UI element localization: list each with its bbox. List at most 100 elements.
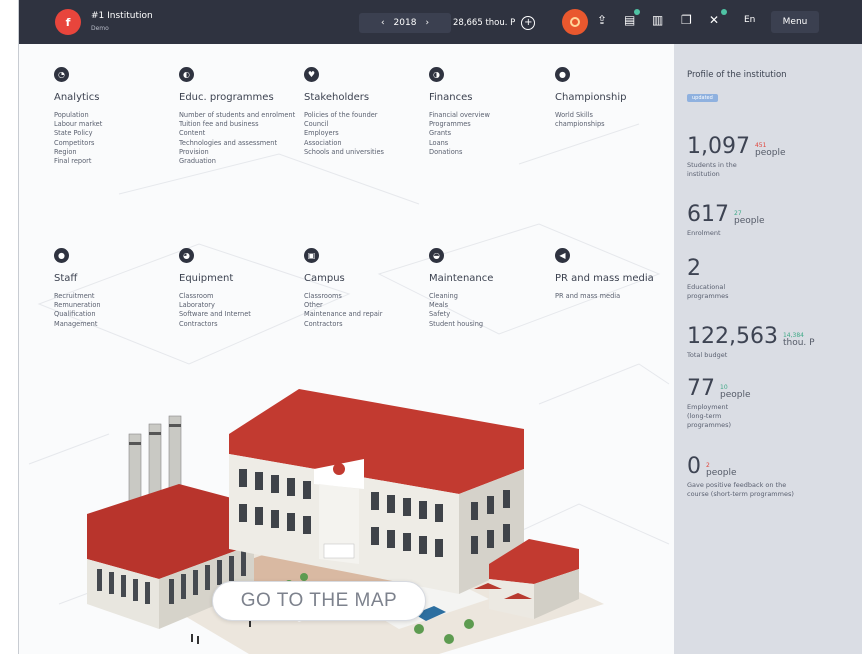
category-link[interactable]: Region [54,148,172,157]
institution-name[interactable]: #1 Institution [91,11,153,21]
category-link[interactable]: Student housing [429,320,547,329]
category-link[interactable]: Number of students and enrolment [179,111,297,120]
prev-year-button[interactable]: ‹ [381,18,385,28]
stat-budget: 122,563 14,384 thou. P Total budget [687,326,857,360]
document-notification-dot [634,9,640,15]
category-title[interactable]: Staff [54,273,179,284]
profile-panel: Profile of the institution updated 1,097… [674,44,862,654]
education-icon: ◐ [179,67,194,82]
category-links: Policies of the founder Council Employer… [304,111,429,157]
year-selector[interactable]: ‹ 2018 › [359,13,451,33]
category-link[interactable]: Schools and universities [304,148,422,157]
category-link[interactable]: Cleaning [429,292,547,301]
category-title[interactable]: Educ. programmes [179,92,304,103]
category-link[interactable]: Content [179,129,297,138]
budget-value: 28,665 thou. P [453,18,516,28]
category-link[interactable]: State Policy [54,129,172,138]
analytics-icon: ◔ [54,67,69,82]
go-to-map-button[interactable]: GO TO THE MAP [212,581,426,621]
category-link[interactable]: Final report [54,157,172,166]
category-link[interactable]: Recruitment [54,292,172,301]
category-link[interactable]: Laboratory [179,301,297,310]
category-title[interactable]: PR and mass media [555,273,680,284]
category-title[interactable]: Equipment [179,273,304,284]
document-icon[interactable]: ▤ [624,13,635,27]
category-link[interactable]: Other [304,301,422,310]
category-link[interactable]: Technologies and assessment [179,139,297,148]
category-link[interactable]: Tuition fee and business [179,120,297,129]
category-title[interactable]: Stakeholders [304,92,429,103]
category-finances[interactable]: ◑ Finances Financial overview Programmes… [429,67,554,157]
next-year-button[interactable]: › [425,18,429,28]
category-link[interactable]: World Skills championships [555,111,635,129]
category-link[interactable]: Policies of the founder [304,111,422,120]
category-championship[interactable]: ● Championship World Skills championship… [555,67,680,129]
category-link[interactable]: Contractors [304,320,422,329]
stat-description: Educational programmes [687,283,729,300]
category-link[interactable]: Management [54,320,172,329]
category-link[interactable]: Loans [429,139,547,148]
copy-icon[interactable]: ❐ [681,13,692,27]
category-link[interactable]: Employers [304,129,422,138]
category-link[interactable]: Programmes [429,120,547,129]
category-link[interactable]: Grants [429,129,547,138]
category-link[interactable]: Financial overview [429,111,547,120]
stat-employment: 77 10 people Employment (long-term progra… [687,378,857,430]
institution-logo[interactable]: f [55,9,81,35]
category-educ-programmes[interactable]: ◐ Educ. programmes Number of students an… [179,67,304,166]
bar-chart-icon[interactable]: ▥ [652,13,663,27]
share-icon[interactable]: ⇪ [597,13,607,27]
category-analytics[interactable]: ◔ Analytics Population Labour market Sta… [54,67,179,166]
category-link[interactable]: Donations [429,148,547,157]
budget-display: 28,665 thou. P + [453,12,536,34]
category-link[interactable]: Software and Internet [179,310,297,319]
category-campus[interactable]: ▣ Campus Classrooms Other Maintenance an… [304,248,429,329]
staff-icon: ● [54,248,69,263]
category-title[interactable]: Analytics [54,92,179,103]
category-link[interactable]: PR and mass media [555,292,673,301]
stat-enrolment: 617 27 people Enrolment [687,204,857,238]
maintenance-icon: ◒ [429,248,444,263]
finances-icon: ◑ [429,67,444,82]
stat-description: Total budget [687,351,728,359]
menu-button[interactable]: Menu [771,11,819,33]
category-title[interactable]: Maintenance [429,273,554,284]
category-link[interactable]: Qualification [54,310,172,319]
stat-description: Enrolment [687,229,721,237]
category-link[interactable]: Graduation [179,157,297,166]
category-links: Financial overview Programmes Grants Loa… [429,111,554,157]
category-title[interactable]: Campus [304,273,429,284]
stat-unit: people [734,216,765,226]
profile-title: Profile of the institution [687,70,787,80]
category-link[interactable]: Competitors [54,139,172,148]
category-title[interactable]: Finances [429,92,554,103]
category-link[interactable]: Association [304,139,422,148]
category-link[interactable]: Safety [429,310,547,319]
category-link[interactable]: Contractors [179,320,297,329]
stat-value: 122,563 [687,324,778,349]
alarm-icon[interactable] [562,9,588,35]
category-link[interactable]: Provision [179,148,297,157]
category-equipment[interactable]: ◕ Equipment Classroom Laboratory Softwar… [179,248,304,329]
category-stakeholders[interactable]: ♥ Stakeholders Policies of the founder C… [304,67,429,157]
category-link[interactable]: Classrooms [304,292,422,301]
category-staff[interactable]: ● Staff Recruitment Remuneration Qualifi… [54,248,179,329]
category-link[interactable]: Remuneration [54,301,172,310]
app-frame: f #1 Institution Demo ‹ 2018 › 28,665 th… [18,0,862,654]
category-link[interactable]: Population [54,111,172,120]
add-budget-icon[interactable]: + [521,16,536,30]
heart-icon: ♥ [304,67,319,82]
stat-value: 77 [687,376,715,401]
category-link[interactable]: Council [304,120,422,129]
language-switch[interactable]: En [744,15,755,25]
category-link[interactable]: Meals [429,301,547,310]
tools-icon[interactable]: ✕ [709,13,719,27]
category-title[interactable]: Championship [555,92,680,103]
category-link[interactable]: Classroom [179,292,297,301]
megaphone-icon: ◀ [555,248,570,263]
category-maintenance[interactable]: ◒ Maintenance Cleaning Meals Safety Stud… [429,248,554,329]
category-link[interactable]: Labour market [54,120,172,129]
category-pr-mass-media[interactable]: ◀ PR and mass media PR and mass media [555,248,680,301]
category-link[interactable]: Maintenance and repair [304,310,422,319]
stat-description: Students in the institution [687,161,737,178]
